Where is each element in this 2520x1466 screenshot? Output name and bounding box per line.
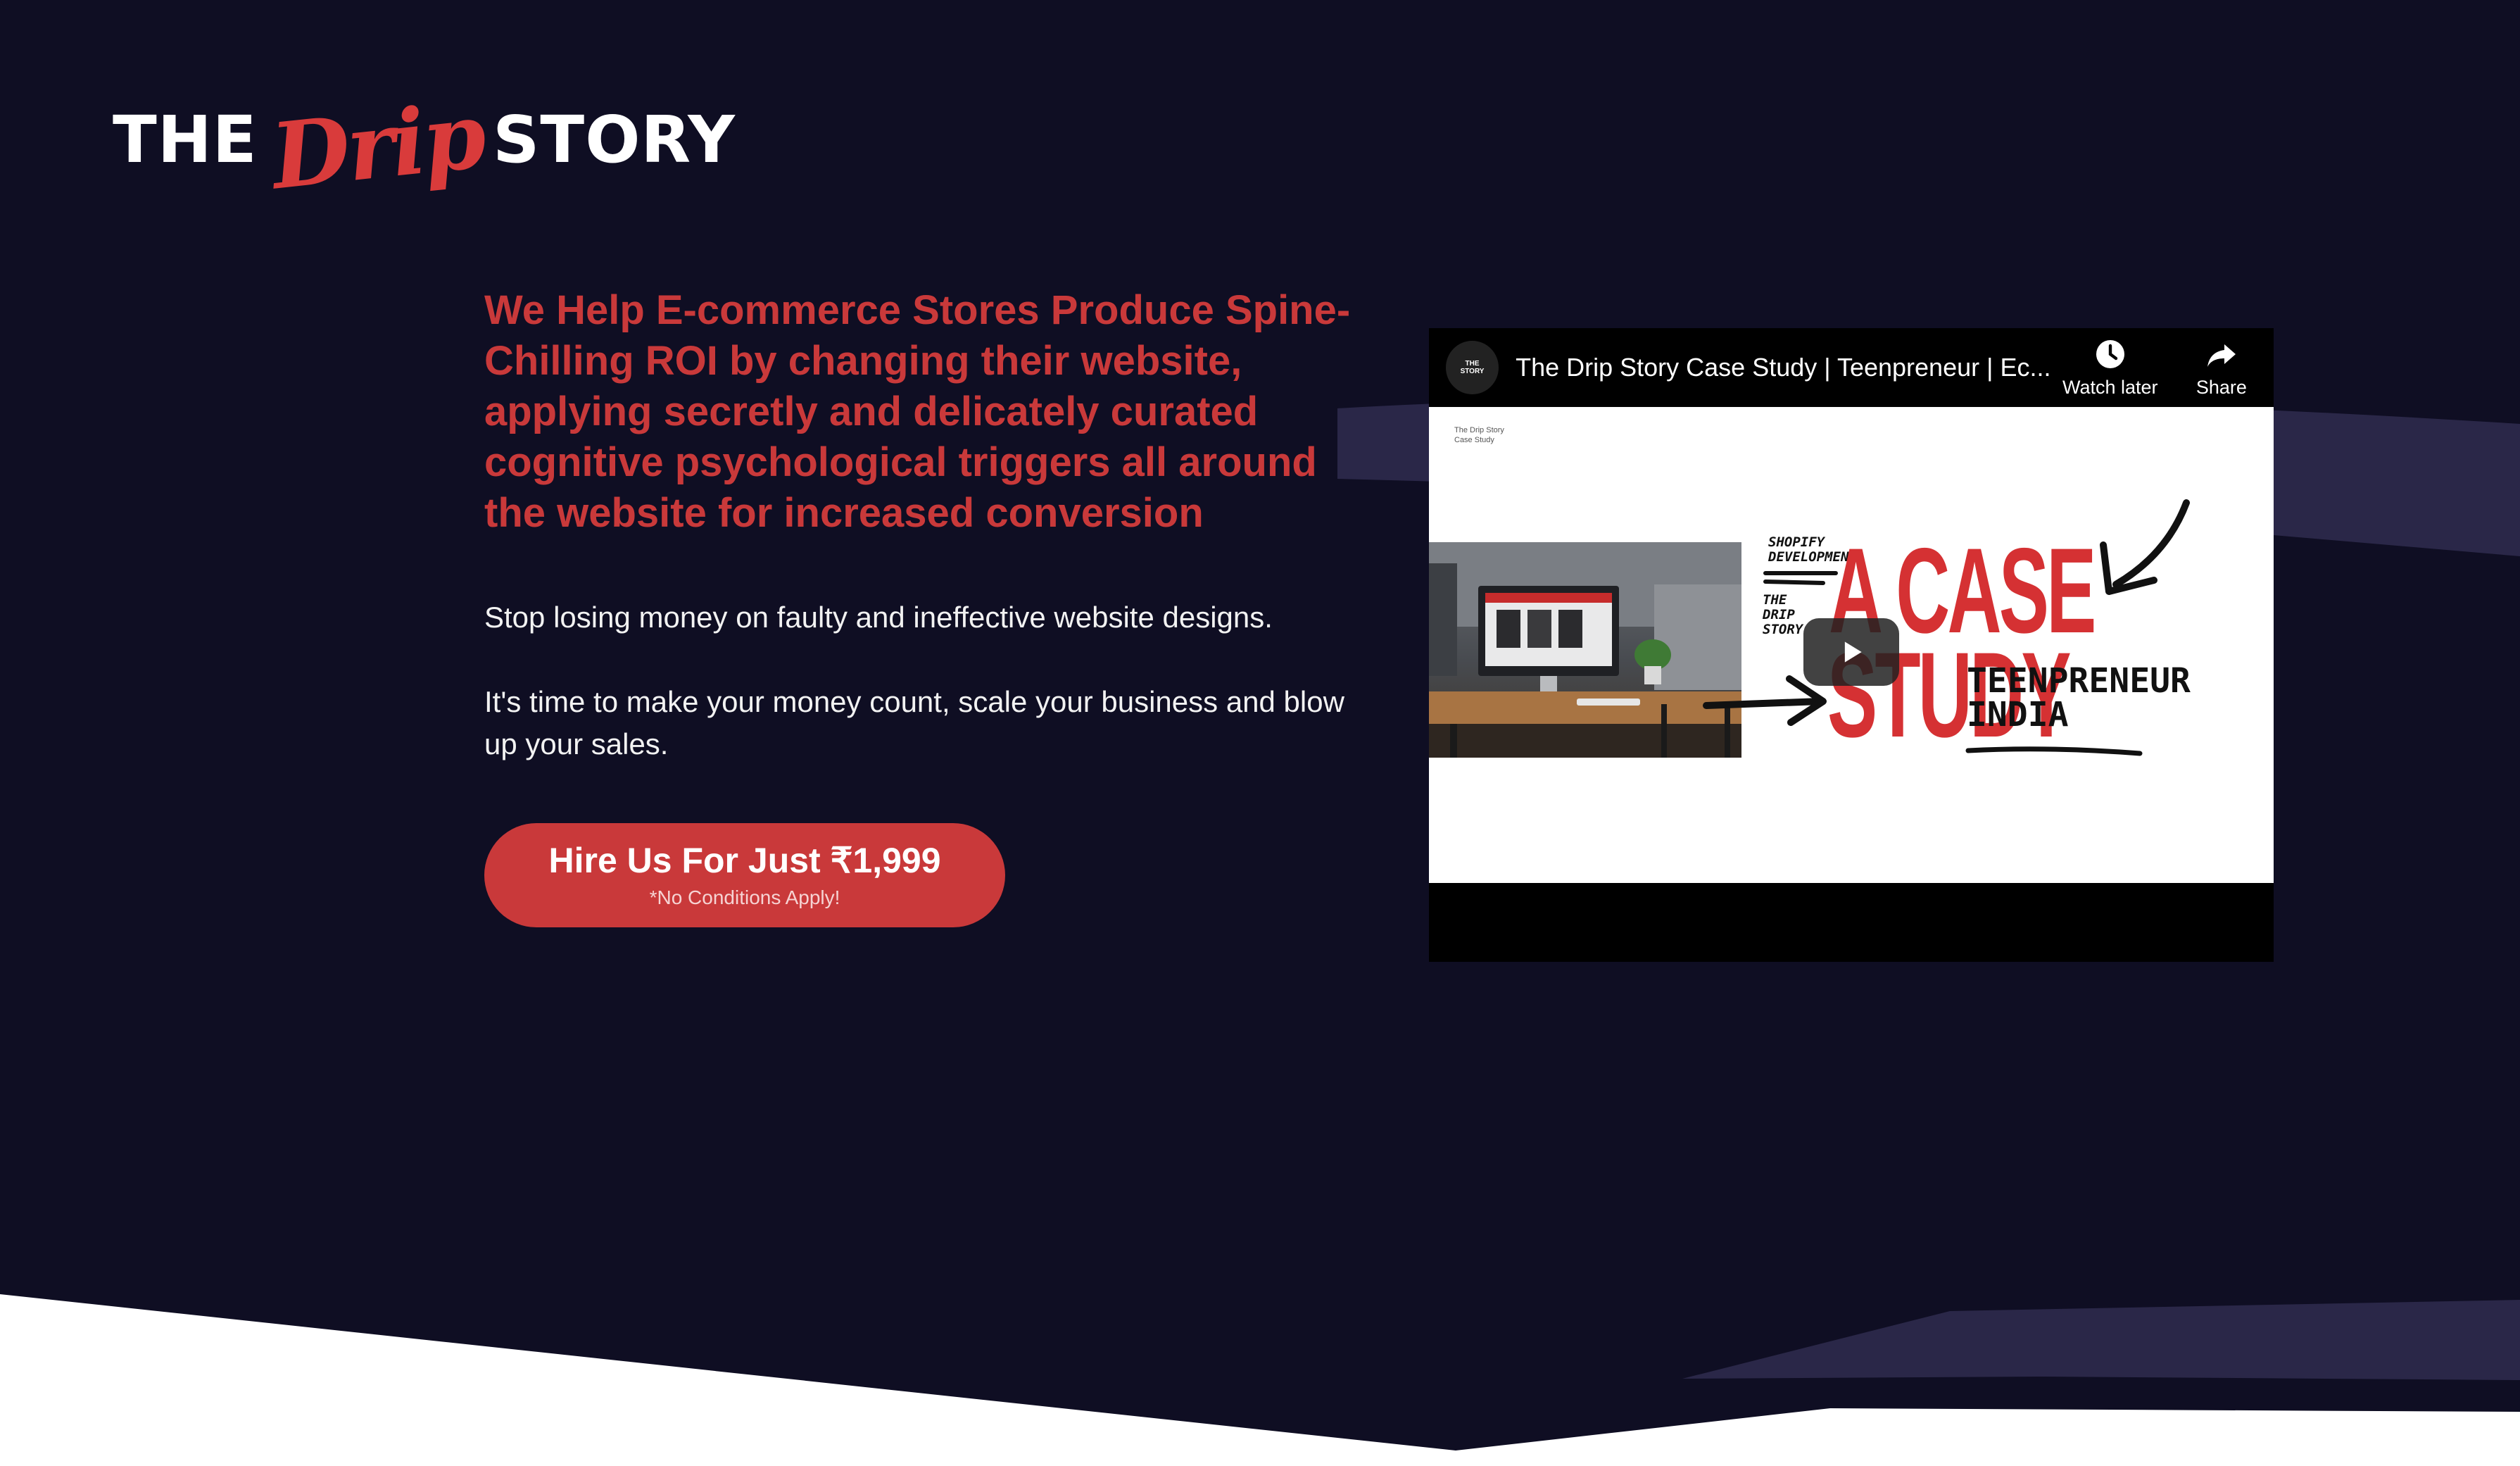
thumbnail-brush-line-2: INDIA <box>1967 695 2069 734</box>
logo-word-story: STORY <box>493 101 736 177</box>
hero-paragraph-1: Stop losing money on faulty and ineffect… <box>484 601 1273 634</box>
share-arrow-icon <box>2207 344 2236 367</box>
logo-word-drip: Drip <box>266 82 489 211</box>
video-embed[interactable]: THE STORY The Drip Story Case Study | Te… <box>1429 328 2274 962</box>
hero-headline: We Help E-commerce Stores Produce Spine-… <box>484 287 1351 536</box>
watch-later-button[interactable]: Watch later <box>2058 337 2162 399</box>
brand-logo[interactable]: THE Drip STORY <box>113 83 736 211</box>
hire-us-button-label: Hire Us For Just ₹1,999 <box>548 841 941 880</box>
share-button[interactable]: Share <box>2169 337 2274 399</box>
video-header: THE STORY The Drip Story Case Study | Te… <box>1429 328 2274 407</box>
video-thumbnail[interactable]: The Drip Story Case Study SHOPIFY DEVELO… <box>1429 407 2274 883</box>
logo-word-the: THE <box>113 101 258 177</box>
hire-us-button-note: *No Conditions Apply! <box>649 887 840 908</box>
hire-us-button[interactable]: Hire Us For Just ₹1,999 *No Conditions A… <box>484 823 1005 927</box>
channel-avatar[interactable]: THE STORY <box>1446 341 1499 394</box>
play-button[interactable] <box>1803 618 1899 686</box>
play-icon <box>1844 641 1862 663</box>
channel-avatar-text: THE STORY <box>1460 360 1485 375</box>
hero-paragraph-2: It's time to make your money count, scal… <box>484 685 1344 760</box>
watch-later-label: Watch later <box>2062 376 2158 398</box>
thumbnail-brush-line-1: TEENPRENEUR <box>1967 661 2191 701</box>
share-label: Share <box>2195 376 2247 398</box>
video-title[interactable]: The Drip Story Case Study | Teenpreneur … <box>1516 353 2051 382</box>
hero-section: We Help E-commerce Stores Produce Spine-… <box>484 285 1371 927</box>
clock-icon <box>2096 339 2124 368</box>
